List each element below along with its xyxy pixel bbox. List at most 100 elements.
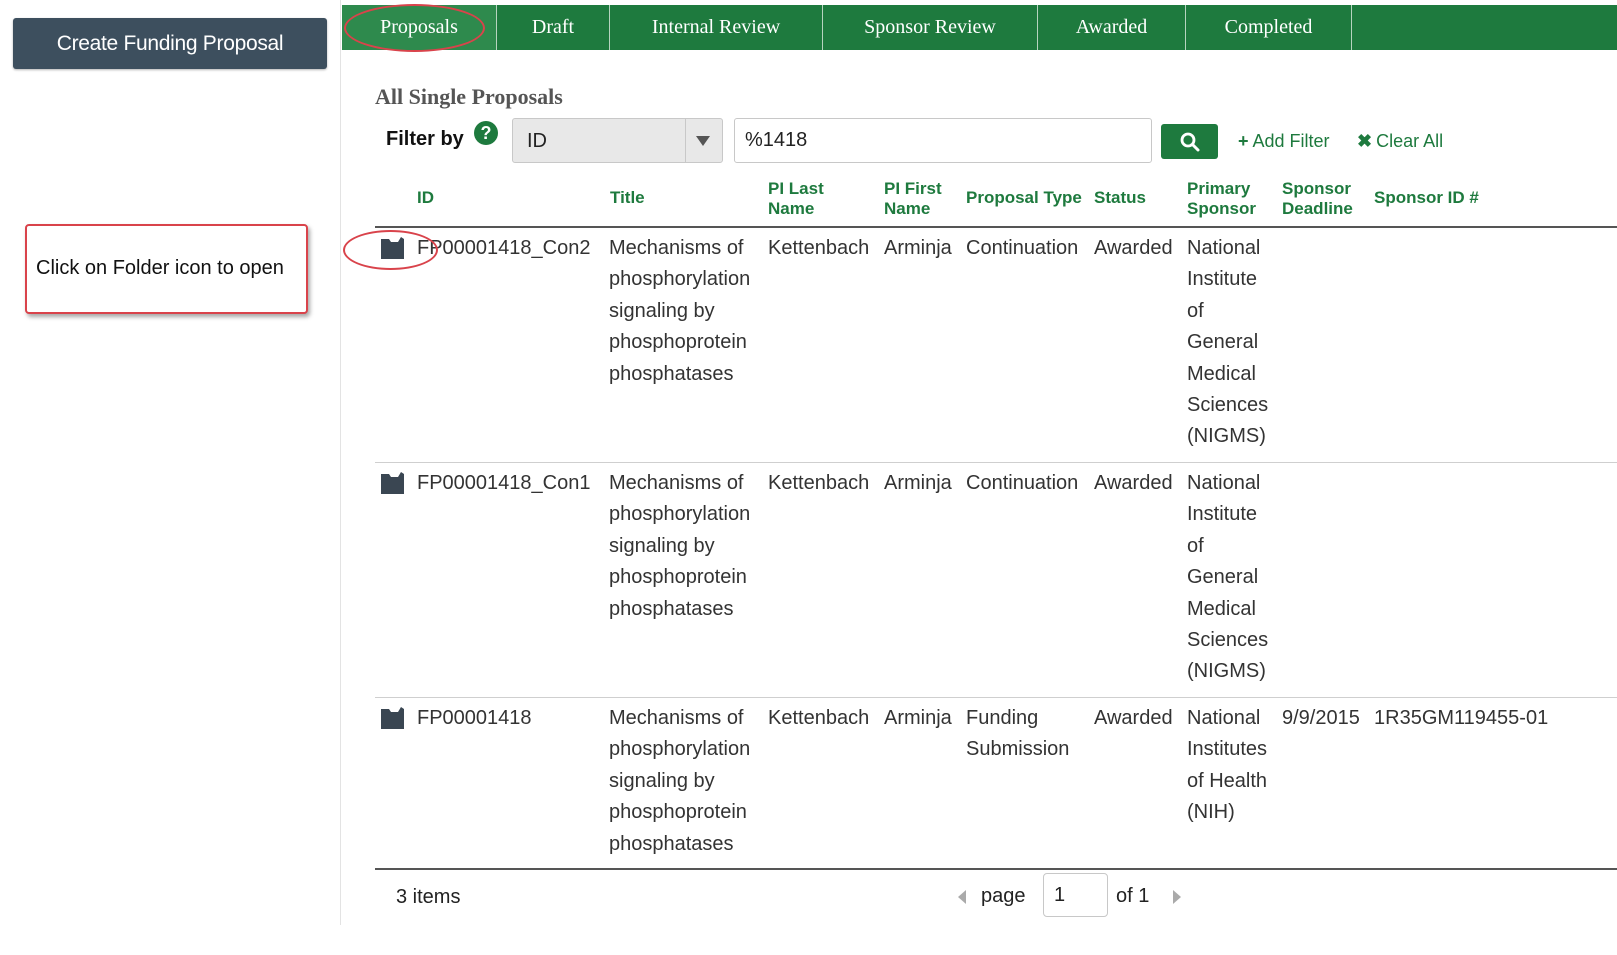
clear-all-link[interactable]: ✖ Clear All <box>1357 131 1443 152</box>
sponsor-line: General <box>1187 566 1259 589</box>
tab-completed[interactable]: Completed <box>1186 5 1352 50</box>
proposal-id[interactable]: FP00001418_Con1 <box>417 468 590 499</box>
primary-sponsor: National Institutes of Health (NIH) <box>1187 703 1267 829</box>
title-line: signaling by <box>609 534 715 557</box>
title-line: phosphoprotein <box>609 566 747 589</box>
proposal-title: Mechanisms of phosphorylation signaling … <box>609 703 750 860</box>
sponsor-line: Institutes <box>1187 738 1268 761</box>
proposal-id[interactable]: FP00001418_Con2 <box>417 233 590 264</box>
type-line: Continuation <box>966 472 1079 494</box>
tab-awarded[interactable]: Awarded <box>1038 5 1186 50</box>
pi-first-name: Arminja <box>884 237 952 259</box>
row-divider <box>375 697 1617 698</box>
column-header-status[interactable]: Status <box>1094 188 1146 208</box>
sponsor-line: Institute <box>1187 268 1258 291</box>
header-line: Name <box>884 199 931 218</box>
chevron-left-icon[interactable] <box>958 890 966 904</box>
status: Awarded <box>1094 472 1173 494</box>
sponsor-line: Sciences <box>1187 629 1269 652</box>
sponsor-line: General <box>1187 331 1259 354</box>
add-filter-label: Add Filter <box>1252 131 1330 151</box>
title-line: phosphoprotein <box>609 801 747 824</box>
header-line: Name <box>768 199 815 218</box>
title-line: Mechanisms of <box>609 707 744 729</box>
proposal-id[interactable]: FP00001418 <box>417 703 532 734</box>
page-number-input[interactable] <box>1043 873 1108 917</box>
tab-draft[interactable]: Draft <box>497 5 610 50</box>
chevron-right-icon[interactable] <box>1173 890 1181 904</box>
tab-bar: Proposals Draft Internal Review Sponsor … <box>342 5 1617 50</box>
column-header-pi-last-name[interactable]: PI Last Name <box>768 179 824 219</box>
header-line: Deadline <box>1282 199 1353 218</box>
title-line: phosphoprotein <box>609 331 747 354</box>
pi-last-name: Kettenbach <box>768 237 870 259</box>
proposal-type: Continuation <box>966 233 1078 264</box>
pi-first-name: Arminja <box>884 707 952 729</box>
page-total: of 1 <box>1116 885 1150 907</box>
folder-icon[interactable] <box>380 471 406 495</box>
title-line: phosphatases <box>609 832 734 855</box>
clear-all-label: Clear All <box>1376 131 1444 151</box>
select-divider <box>685 119 686 162</box>
sponsor-line: of <box>1187 534 1204 557</box>
sponsor-line: Institute <box>1187 503 1258 526</box>
filter-label: Filter by <box>386 128 464 150</box>
panel-divider <box>340 0 341 925</box>
add-filter-link[interactable]: + Add Filter <box>1238 131 1330 152</box>
proposal-type: Funding Submission <box>966 703 1069 766</box>
tab-highlight-circle <box>344 4 485 52</box>
search-button[interactable] <box>1161 124 1218 159</box>
primary-sponsor: National Institute of General Medical Sc… <box>1187 233 1268 453</box>
column-header-pi-first-name[interactable]: PI First Name <box>884 179 942 219</box>
filter-field-select[interactable]: ID <box>512 118 723 163</box>
table-bottom-divider <box>375 868 1617 870</box>
sponsor-line: National <box>1187 237 1261 259</box>
title-line: Mechanisms of <box>609 237 744 259</box>
chevron-down-icon <box>696 136 710 146</box>
title-line: phosphorylation <box>609 503 751 526</box>
folder-highlight-circle <box>343 230 438 270</box>
proposal-title: Mechanisms of phosphorylation signaling … <box>609 468 750 625</box>
sponsor-id: 1R35GM119455-01 <box>1374 707 1549 729</box>
header-line: PI First <box>884 179 942 198</box>
title-line: signaling by <box>609 299 715 322</box>
type-line: Submission <box>966 738 1070 761</box>
close-icon: ✖ <box>1357 131 1373 151</box>
column-header-primary-sponsor[interactable]: Primary Sponsor <box>1187 179 1256 219</box>
proposal-title: Mechanisms of phosphorylation signaling … <box>609 233 750 390</box>
title-line: signaling by <box>609 769 715 792</box>
tab-internal-review[interactable]: Internal Review <box>610 5 823 50</box>
page-title: All Single Proposals <box>375 84 563 109</box>
sponsor-line: Sciences <box>1187 394 1269 417</box>
sponsor-deadline: 9/9/2015 <box>1282 707 1360 729</box>
column-header-id[interactable]: ID <box>417 188 434 208</box>
sponsor-line: Medical <box>1187 597 1256 620</box>
sponsor-line: Medical <box>1187 362 1256 385</box>
folder-icon[interactable] <box>380 706 406 730</box>
status: Awarded <box>1094 707 1173 729</box>
header-line: Primary <box>1187 179 1251 198</box>
sponsor-line: National <box>1187 707 1261 729</box>
sponsor-line: of <box>1187 299 1204 322</box>
help-icon[interactable]: ? <box>474 121 498 145</box>
tab-sponsor-review[interactable]: Sponsor Review <box>823 5 1038 50</box>
filter-field-value: ID <box>527 130 547 152</box>
column-header-title[interactable]: Title <box>610 188 645 208</box>
title-line: phosphorylation <box>609 268 751 291</box>
status: Awarded <box>1094 237 1173 259</box>
plus-icon: + <box>1238 131 1249 151</box>
column-header-sponsor-id[interactable]: Sponsor ID # <box>1374 188 1479 208</box>
create-funding-proposal-button[interactable]: Create Funding Proposal <box>13 18 327 69</box>
search-input[interactable] <box>734 118 1152 163</box>
primary-sponsor: National Institute of General Medical Sc… <box>1187 468 1268 688</box>
header-line: Sponsor <box>1282 179 1351 198</box>
column-header-proposal-type[interactable]: Proposal Type <box>966 188 1082 208</box>
pi-last-name: Kettenbach <box>768 707 870 729</box>
pi-last-name: Kettenbach <box>768 472 870 494</box>
sponsor-line: of Health <box>1187 769 1268 792</box>
column-header-sponsor-deadline[interactable]: Sponsor Deadline <box>1282 179 1353 219</box>
sponsor-line: (NIH) <box>1187 801 1235 824</box>
header-line: Sponsor <box>1187 199 1256 218</box>
title-line: Mechanisms of <box>609 472 744 494</box>
page-label: page <box>981 885 1026 907</box>
